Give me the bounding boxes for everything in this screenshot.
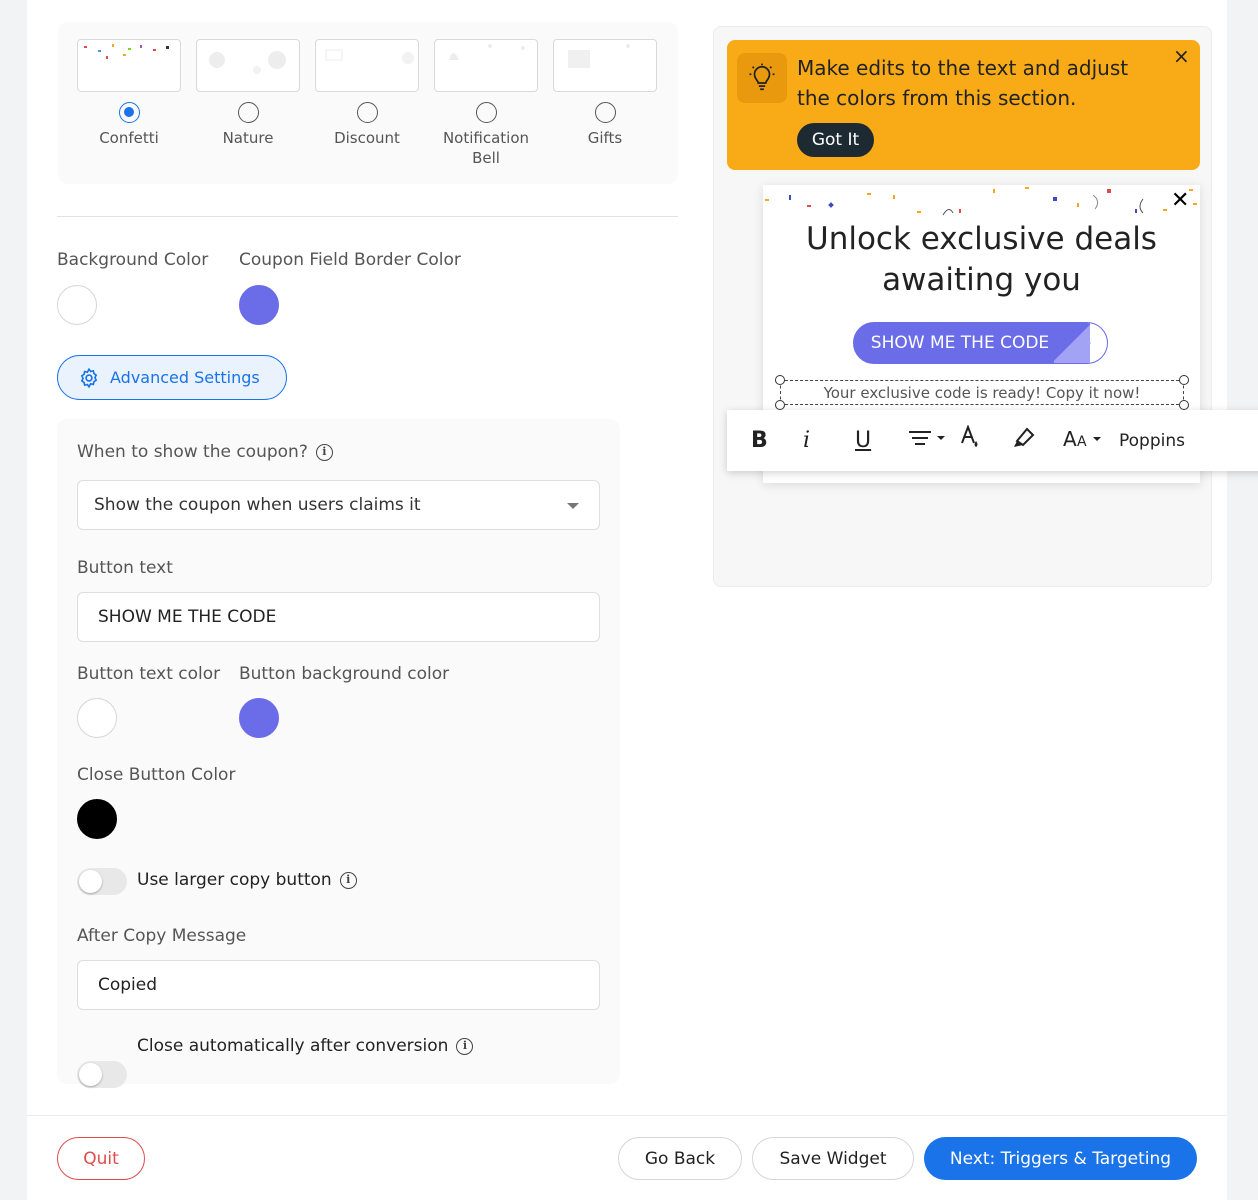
theme-radio-gifts[interactable] (594, 102, 616, 123)
when-to-show-select[interactable]: Show the coupon when users claims it (77, 480, 600, 530)
button-text-value: SHOW ME THE CODE (98, 607, 277, 627)
after-copy-label: After Copy Message (77, 926, 247, 946)
close-color-label: Close Button Color (77, 765, 236, 785)
svg-text:A: A (1077, 434, 1087, 449)
widget-close-icon[interactable]: ✕ (1171, 188, 1189, 213)
resize-handle[interactable] (775, 375, 785, 385)
next-triggers-button[interactable]: Next: Triggers & Targeting (924, 1137, 1197, 1180)
theme-label: Gifts (587, 129, 623, 147)
font-size-icon[interactable]: AA (1063, 427, 1119, 455)
button-bg-color-label: Button background color (239, 664, 450, 684)
resize-handle[interactable] (775, 400, 785, 410)
bold-icon[interactable]: B (751, 428, 803, 453)
theme-thumbnail-nature[interactable] (196, 39, 300, 92)
auto-close-toggle[interactable] (77, 1061, 127, 1088)
advanced-settings-label: Advanced Settings (110, 368, 260, 387)
resize-handle[interactable] (1179, 400, 1189, 410)
when-to-show-label: When to show the coupon? i (77, 442, 333, 462)
show-code-label: SHOW ME THE CODE (870, 333, 1050, 353)
gear-icon (80, 367, 98, 388)
button-bg-color-swatch[interactable] (239, 698, 279, 738)
when-to-show-value: Show the coupon when users claims it (94, 495, 421, 515)
widget-editor-page: Confetti Nature Discount Notification Be… (27, 0, 1258, 1200)
footer-divider (27, 1115, 1227, 1116)
theme-radio-notification-bell[interactable] (475, 102, 497, 123)
theme-label: Nature (222, 129, 274, 147)
after-copy-input[interactable]: Copied (77, 960, 600, 1010)
theme-thumbnail-confetti[interactable] (77, 39, 181, 92)
theme-option-gifts[interactable]: Gifts (553, 39, 657, 148)
info-icon[interactable]: i (456, 1037, 474, 1055)
coupon-message-text[interactable]: Your exclusive code is ready! Copy it no… (775, 375, 1189, 410)
when-to-show-text: When to show the coupon? (77, 442, 308, 462)
border-color-swatch[interactable] (239, 285, 279, 325)
close-color-swatch[interactable] (77, 799, 117, 839)
theme-selector-panel: Confetti Nature Discount Notification Be… (58, 22, 678, 184)
button-text-color-swatch[interactable] (77, 698, 117, 738)
theme-radio-nature[interactable] (237, 102, 259, 123)
text-color-icon[interactable] (959, 423, 1011, 457)
lightbulb-icon (737, 53, 787, 103)
after-copy-value: Copied (98, 975, 158, 995)
background-color-label: Background Color (57, 250, 209, 270)
got-it-button[interactable]: Got It (797, 123, 874, 157)
background-color-swatch[interactable] (57, 285, 97, 325)
auto-close-text: Close automatically after conversion (137, 1036, 449, 1056)
theme-label: Discount (334, 129, 400, 147)
widget-title[interactable]: Unlock exclusive deals awaiting you (763, 219, 1200, 301)
button-text-input[interactable]: SHOW ME THE CODE (77, 592, 600, 642)
auto-close-label: Close automatically after conversion i (137, 1036, 474, 1056)
widget-preview-panel: Make edits to the text and adjust the co… (713, 26, 1258, 587)
highlight-icon[interactable] (1011, 427, 1063, 455)
section-divider (57, 216, 678, 217)
theme-label: Notification Bell (442, 129, 530, 167)
info-icon[interactable]: i (339, 871, 357, 889)
theme-radio-confetti[interactable] (118, 102, 140, 123)
tip-message: Make edits to the text and adjust the co… (797, 56, 1129, 110)
italic-icon[interactable]: i (803, 428, 855, 453)
underline-icon[interactable]: U (855, 428, 907, 453)
theme-option-confetti[interactable]: Confetti (77, 39, 181, 148)
svg-text:A: A (1063, 427, 1077, 449)
advanced-settings-panel: When to show the coupon? i Show the coupo… (57, 419, 620, 1088)
save-widget-button[interactable]: Save Widget (752, 1137, 914, 1180)
button-text-color-label: Button text color (77, 664, 221, 684)
theme-thumbnail-gifts[interactable] (553, 39, 657, 92)
align-icon[interactable] (907, 428, 959, 454)
advanced-settings-button[interactable]: Advanced Settings (57, 355, 287, 400)
quit-button[interactable]: Quit (57, 1137, 145, 1180)
theme-option-discount[interactable]: Discount (315, 39, 419, 148)
coupon-message-value: Your exclusive code is ready! Copy it no… (823, 383, 1141, 402)
button-text-label: Button text (77, 558, 173, 578)
chevron-down-icon (567, 503, 579, 509)
larger-copy-toggle[interactable] (77, 868, 127, 895)
larger-copy-text: Use larger copy button (137, 870, 332, 890)
theme-thumbnail-discount[interactable] (315, 39, 419, 92)
theme-option-notification-bell[interactable]: Notification Bell (434, 39, 538, 168)
larger-copy-label: Use larger copy button i (137, 870, 357, 890)
info-icon[interactable]: i (315, 443, 333, 461)
theme-thumbnail-notification-bell[interactable] (434, 39, 538, 92)
theme-label: Confetti (99, 129, 159, 147)
text-format-toolbar: B i U AA Poppins (727, 410, 1258, 471)
border-color-label: Coupon Field Border Color (239, 250, 461, 270)
go-back-button[interactable]: Go Back (618, 1137, 742, 1180)
theme-option-nature[interactable]: Nature (196, 39, 300, 148)
theme-radio-discount[interactable] (356, 102, 378, 123)
resize-handle[interactable] (1179, 375, 1189, 385)
edit-tip-banner: Make edits to the text and adjust the co… (727, 40, 1200, 170)
font-family-selector[interactable]: Poppins (1119, 431, 1185, 451)
close-icon[interactable]: × (1173, 44, 1190, 68)
show-code-button[interactable]: DE SHOW ME THE CODE (853, 322, 1108, 364)
